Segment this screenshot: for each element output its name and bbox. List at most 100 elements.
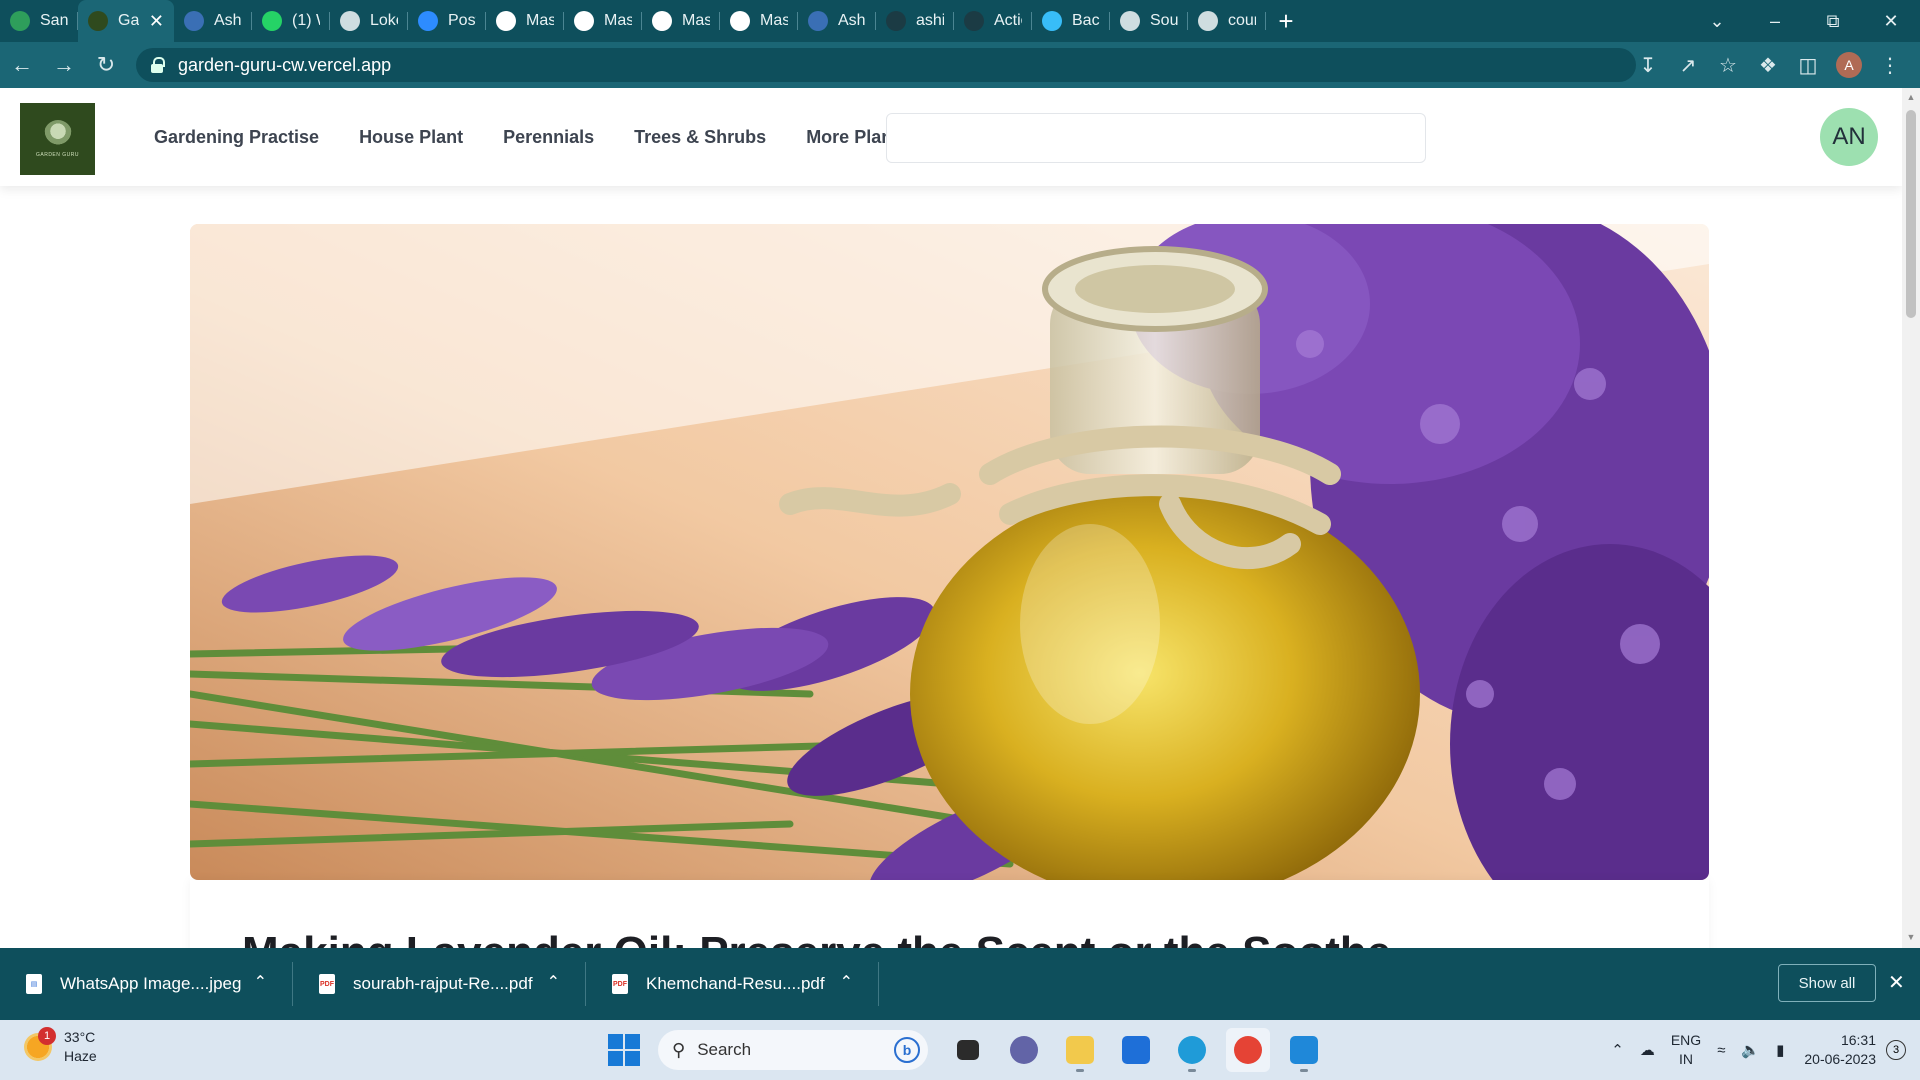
browser-tab[interactable]: Masai bbox=[720, 0, 798, 42]
new-tab-button[interactable]: + bbox=[1266, 0, 1306, 42]
logo-text: GARDEN GURU bbox=[35, 152, 79, 158]
site-search-input[interactable] bbox=[886, 113, 1426, 163]
tab-label: (1) Wh bbox=[292, 12, 320, 29]
avatar-icon bbox=[184, 11, 204, 31]
browser-tab[interactable]: Gar ✕ bbox=[78, 0, 174, 42]
download-item[interactable]: ▤ WhatsApp Image....jpeg ⌃ bbox=[0, 948, 293, 1020]
restore-icon[interactable]: ⧉ bbox=[1804, 0, 1862, 42]
site-logo[interactable]: GARDEN GURU bbox=[20, 103, 95, 175]
browser-tab[interactable]: Ashish bbox=[174, 0, 252, 42]
browser-tab[interactable]: ashishi bbox=[876, 0, 954, 42]
taskbar-search-label: Search bbox=[697, 1040, 752, 1059]
wifi-icon[interactable]: ≈ bbox=[1717, 1042, 1725, 1059]
browser-tab[interactable]: course bbox=[1188, 0, 1266, 42]
nav-trees-shrubs[interactable]: Trees & Shrubs bbox=[634, 127, 766, 148]
zoom-icon bbox=[418, 11, 438, 31]
chevron-up-icon[interactable]: ⌃ bbox=[254, 972, 267, 992]
nav-perennials[interactable]: Perennials bbox=[503, 127, 594, 148]
system-clock[interactable]: 16:31 20-06-2023 bbox=[1804, 1031, 1876, 1069]
browser-tab[interactable]: Lokenc bbox=[330, 0, 408, 42]
bing-icon[interactable]: b bbox=[894, 1037, 920, 1063]
language-indicator[interactable]: ENG IN bbox=[1671, 1031, 1701, 1069]
browser-tab[interactable]: Masai bbox=[642, 0, 720, 42]
show-all-downloads-button[interactable]: Show all bbox=[1778, 964, 1876, 1002]
notification-badge[interactable]: 3 bbox=[1886, 1040, 1906, 1060]
browser-tab[interactable]: Backgr bbox=[1032, 0, 1110, 42]
browser-tab[interactable]: Sanket bbox=[0, 0, 78, 42]
browser-tab[interactable]: Post A bbox=[408, 0, 486, 42]
browser-profile-avatar[interactable]: A bbox=[1836, 52, 1862, 78]
scroll-up-arrow-icon[interactable]: ▲ bbox=[1906, 92, 1916, 102]
page-scrollbar[interactable]: ▲ ▼ bbox=[1902, 88, 1920, 948]
chevron-up-icon[interactable]: ⌃ bbox=[547, 972, 560, 992]
share-icon[interactable]: ↗ bbox=[1668, 46, 1708, 84]
scrollbar-thumb[interactable] bbox=[1906, 110, 1916, 318]
close-tab-icon[interactable]: ✕ bbox=[149, 11, 164, 32]
chrome-icon[interactable] bbox=[1226, 1028, 1270, 1072]
browser-tab[interactable]: Masai bbox=[486, 0, 564, 42]
minimize-icon[interactable]: – bbox=[1746, 0, 1804, 42]
nav-gardening-practise[interactable]: Gardening Practise bbox=[154, 127, 319, 148]
masai-icon bbox=[574, 11, 594, 31]
forward-button[interactable]: → bbox=[44, 45, 84, 85]
teams-chat-icon[interactable] bbox=[1002, 1028, 1046, 1072]
download-item[interactable]: PDF Khemchand-Resu....pdf ⌃ bbox=[586, 948, 879, 1020]
extensions-icon[interactable]: ❖ bbox=[1748, 46, 1788, 84]
language-code: ENG bbox=[1670, 1032, 1702, 1048]
bookmark-star-icon[interactable]: ☆ bbox=[1708, 46, 1748, 84]
github-icon bbox=[886, 11, 906, 31]
tab-search-icon[interactable]: ⌄ bbox=[1688, 0, 1746, 42]
sheets-icon bbox=[10, 11, 30, 31]
file-explorer-icon[interactable] bbox=[1058, 1028, 1102, 1072]
browser-tab[interactable]: (1) Wh bbox=[252, 0, 330, 42]
task-view-icon[interactable] bbox=[946, 1028, 990, 1072]
browser-tab[interactable]: Masai bbox=[564, 0, 642, 42]
user-avatar[interactable]: AN bbox=[1820, 108, 1878, 166]
back-button[interactable]: ← bbox=[2, 45, 42, 85]
search-icon: ⚲ bbox=[672, 1039, 686, 1060]
weather-alert-badge: 1 bbox=[38, 1027, 56, 1045]
browser-toolbar: ← → ↻ garden-guru-cw.vercel.app ↧ ↗ ☆ ❖ … bbox=[0, 42, 1920, 88]
download-filename: WhatsApp Image....jpeg bbox=[60, 974, 242, 993]
nav-house-plant[interactable]: House Plant bbox=[359, 127, 463, 148]
tab-label: Masai bbox=[604, 12, 632, 29]
vscode-icon[interactable] bbox=[1282, 1028, 1326, 1072]
scroll-down-arrow-icon[interactable]: ▼ bbox=[1906, 932, 1916, 942]
region-code: IN bbox=[1679, 1051, 1694, 1067]
article-card: Making Lavender Oil: Preserve the Scent … bbox=[190, 880, 1709, 948]
download-item[interactable]: PDF sourabh-rajput-Re....pdf ⌃ bbox=[293, 948, 586, 1020]
browser-tab[interactable]: Action bbox=[954, 0, 1032, 42]
weather-widget[interactable]: 1 33°C Haze bbox=[24, 1027, 97, 1066]
address-bar[interactable]: garden-guru-cw.vercel.app bbox=[136, 48, 1636, 82]
onedrive-cloud-icon[interactable]: ☁ bbox=[1640, 1041, 1655, 1059]
browser-menu-icon[interactable]: ⋮ bbox=[1870, 46, 1910, 84]
globe-icon bbox=[1120, 11, 1140, 31]
tree-logo-icon bbox=[43, 120, 72, 148]
browser-tab[interactable]: Ashish bbox=[798, 0, 876, 42]
chevron-up-icon[interactable]: ⌃ bbox=[1611, 1041, 1624, 1059]
close-window-icon[interactable]: ✕ bbox=[1862, 0, 1920, 42]
github-icon bbox=[964, 11, 984, 31]
tab-label: Masai bbox=[760, 12, 788, 29]
volume-icon[interactable]: 🔈 bbox=[1741, 1041, 1760, 1059]
tab-label: ashishi bbox=[916, 12, 944, 29]
weather-temperature: 33°C bbox=[64, 1029, 96, 1045]
reload-button[interactable]: ↻ bbox=[86, 45, 126, 85]
tab-label: Action bbox=[994, 12, 1022, 29]
close-icon[interactable]: ✕ bbox=[1888, 970, 1905, 995]
lavender-oil-illustration bbox=[190, 224, 1709, 880]
windows-start-icon[interactable] bbox=[608, 1034, 640, 1066]
install-app-icon[interactable]: ↧ bbox=[1628, 46, 1668, 84]
edge-icon[interactable] bbox=[1170, 1028, 1214, 1072]
clock-time: 16:31 bbox=[1840, 1032, 1876, 1048]
side-panel-icon[interactable]: ◫ bbox=[1788, 46, 1828, 84]
mail-icon[interactable] bbox=[1114, 1028, 1158, 1072]
garden-guru-favicon-icon bbox=[88, 11, 108, 31]
tailwind-icon bbox=[1042, 11, 1062, 31]
battery-icon[interactable]: ▮ bbox=[1776, 1041, 1784, 1059]
browser-tab[interactable]: Sourab bbox=[1110, 0, 1188, 42]
globe-icon bbox=[340, 11, 360, 31]
pdf-file-icon: PDF bbox=[319, 974, 335, 994]
taskbar-search-box[interactable]: ⚲ Search b bbox=[658, 1030, 928, 1070]
chevron-up-icon[interactable]: ⌃ bbox=[840, 972, 853, 992]
